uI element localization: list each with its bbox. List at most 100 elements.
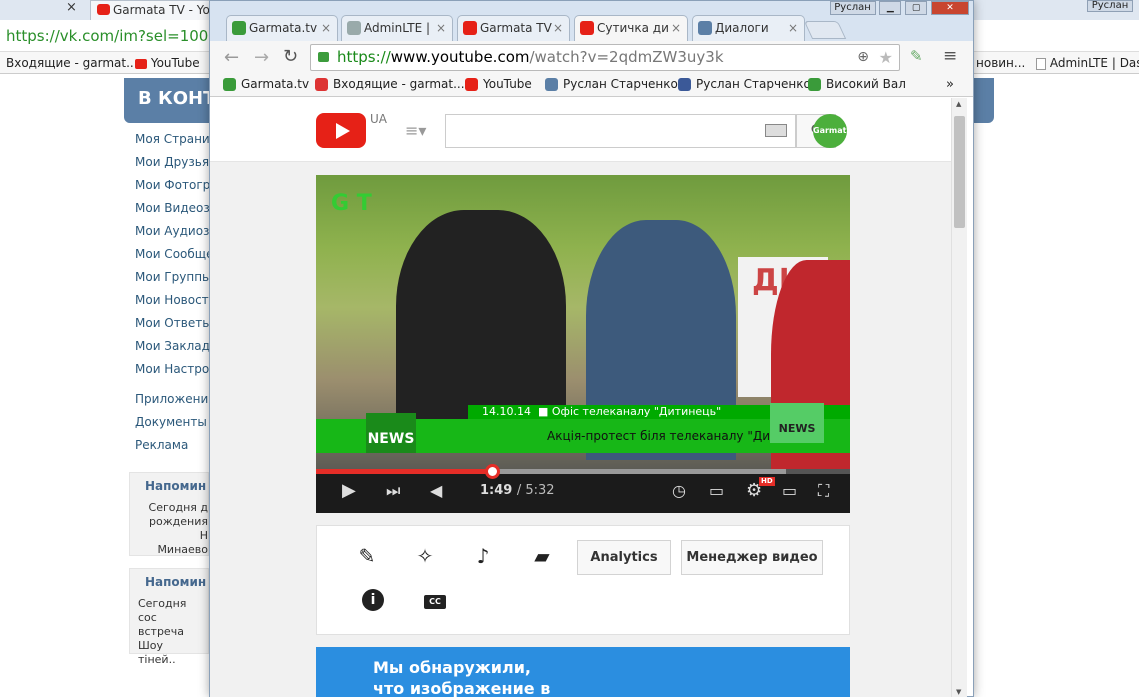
vk-logo[interactable]: В КОНТ (138, 88, 215, 109)
subtitles-icon[interactable]: CC (424, 595, 446, 609)
creator-actions: ✎ ✧ ♪ ▰ Analytics Менеджер видео i CC (316, 525, 850, 635)
close-tab-icon[interactable]: × (788, 16, 798, 40)
info-icon[interactable]: i (362, 589, 384, 611)
address-bar[interactable]: https://www.youtube.com/watch?v=2qdmZW3u… (310, 44, 900, 71)
notice-line: Мы обнаружили, (373, 658, 531, 677)
scroll-thumb[interactable] (954, 116, 965, 228)
watch-later-icon[interactable]: ◷ (672, 481, 686, 501)
guide-menu-icon[interactable]: ≡▾ (405, 121, 426, 140)
annotation-icon[interactable]: ▰ (527, 541, 557, 571)
page-icon (1036, 57, 1046, 70)
music-note-icon[interactable]: ♪ (468, 541, 498, 571)
bookmark-favicon-icon (465, 78, 478, 91)
user-badge[interactable]: Руслан (1087, 0, 1133, 12)
forward-arrow-icon[interactable]: → (254, 47, 269, 68)
bookmark-news[interactable]: новин... (976, 52, 1025, 74)
vk-menu-item[interactable]: Мои Сообще (135, 247, 213, 261)
bookmark-item[interactable]: Високий Вал (808, 73, 906, 96)
browser-tab[interactable]: Garmata TV × (457, 15, 570, 41)
hd-badge: HD (759, 477, 775, 486)
reload-icon[interactable]: ↻ (283, 46, 298, 67)
volume-icon[interactable]: ◀ (430, 481, 442, 501)
bookmark-favicon-icon (678, 78, 691, 91)
fullscreen-icon[interactable]: ⛶ (818, 481, 829, 501)
bookmark-item[interactable]: Garmata.tv (223, 73, 309, 96)
keyboard-icon[interactable] (765, 124, 787, 137)
close-tab-icon[interactable]: × (436, 16, 446, 40)
page-scrollbar[interactable]: ▲ ▼ (951, 98, 967, 697)
bookmark-item[interactable]: Руслан Старченко (678, 73, 811, 96)
close-tab-icon[interactable]: × (321, 16, 331, 40)
more-bookmarks-icon[interactable]: » (946, 73, 954, 96)
next-icon[interactable]: ⏭ (386, 481, 400, 501)
background-url: https://vk.com/im?sel=10097 (6, 27, 228, 45)
vk-menu-item[interactable]: Мои Закладк (135, 339, 217, 353)
pencil-edit-icon[interactable]: ✎ (352, 541, 382, 571)
vk-menu-item[interactable]: Мои Друзья (135, 155, 209, 169)
channel-avatar[interactable]: Garmata NEWS (813, 114, 847, 148)
search-input[interactable] (445, 114, 796, 148)
vk-menu-item[interactable]: Приложения (135, 392, 216, 406)
browser-window: Руслан ▁ ▢ ✕ Garmata.tv × AdminLTE | × Garma… (209, 0, 974, 697)
vk-menu-item[interactable]: Мои Аудиоза (135, 224, 217, 238)
vk-menu-item[interactable]: Мои Новости (135, 293, 216, 307)
vk-menu-item[interactable]: Мои Группы (135, 270, 212, 284)
lock-icon (318, 52, 329, 62)
browser-tab[interactable]: Garmata.tv × (226, 15, 338, 41)
video-frame[interactable]: G T ДИ 14.10.14 ■ Офіс телеканалу "Дитин… (316, 175, 850, 469)
vk-menu-item[interactable]: Мои Фотогра (135, 178, 218, 192)
background-tab[interactable]: Garmata TV - YouTube (90, 0, 210, 20)
maximize-icon[interactable]: ▢ (905, 1, 928, 15)
vk-menu-item[interactable]: Документы (135, 415, 207, 429)
captions-icon[interactable]: ▭ (709, 481, 724, 501)
minimize-icon[interactable]: ▁ (879, 1, 902, 15)
browser-tab[interactable]: Сутичка ди × (574, 15, 688, 41)
browser-tab[interactable]: AdminLTE | × (341, 15, 453, 41)
menu-icon[interactable]: ≡ (943, 46, 957, 66)
video-player[interactable]: G T ДИ 14.10.14 ■ Офіс телеканалу "Дитин… (316, 175, 850, 513)
close-icon[interactable]: × (66, 0, 77, 15)
new-tab-button[interactable] (803, 21, 847, 39)
scroll-down-icon[interactable]: ▼ (956, 688, 961, 696)
tab-label: Сутичка ди (597, 21, 669, 35)
close-tab-icon[interactable]: × (553, 16, 563, 40)
tab-label: Garmata.tv (249, 21, 318, 35)
vk-menu-item[interactable]: Мои Ответы (135, 316, 212, 330)
progress-bar[interactable] (316, 464, 850, 479)
back-arrow-icon[interactable]: ← (224, 47, 239, 68)
player-controls: ▶ ⏭ ◀ 1:49 / 5:32 ◷ ▭ ⚙ HD ▭ ⛶ (316, 464, 850, 513)
url-scheme: https:// (337, 48, 391, 66)
favicon-icon (463, 21, 477, 35)
bookmark-item[interactable]: Входящие - garmat... (315, 73, 465, 96)
vk-reminder-line: Минаево (157, 543, 208, 556)
youtube-logo-icon[interactable] (316, 113, 366, 148)
url-path: /watch?v=2qdmZW3uy3k (529, 48, 724, 66)
play-icon[interactable]: ▶ (342, 481, 356, 501)
youtube-icon (135, 58, 147, 69)
close-icon[interactable]: ✕ (931, 1, 969, 15)
magic-wand-icon[interactable]: ✧ (410, 541, 440, 571)
bookmark-gmail[interactable]: Входящие - garmat... (6, 52, 138, 74)
user-badge[interactable]: Руслан (829, 1, 876, 15)
bookmark-item[interactable]: YouTube (465, 73, 532, 96)
vk-menu-item[interactable]: Реклама (135, 438, 188, 452)
bookmark-adminlte[interactable]: AdminLTE | Dash (1036, 52, 1139, 74)
star-icon[interactable]: ★ (879, 45, 893, 70)
vk-menu-item[interactable]: Мои Настрой (135, 362, 217, 376)
theater-mode-icon[interactable]: ▭ (782, 481, 797, 501)
search-icon[interactable]: ⊕ (857, 45, 869, 70)
bookmark-item[interactable]: Руслан Старченко (545, 73, 678, 96)
video-manager-button[interactable]: Менеджер видео (681, 540, 823, 575)
analytics-button[interactable]: Analytics (577, 540, 671, 575)
notice-banner: Мы обнаружили, что изображение в (316, 647, 850, 697)
vk-menu-item[interactable]: Мои Видеоза (135, 201, 217, 215)
bookmark-youtube[interactable]: YouTube (135, 52, 200, 74)
bookmark-label: Високий Вал (826, 77, 906, 91)
eyedropper-icon[interactable]: ✎ (910, 47, 923, 65)
url-host: www.youtube.com (390, 48, 530, 66)
close-tab-icon[interactable]: × (671, 16, 681, 40)
scroll-up-icon[interactable]: ▲ (956, 100, 961, 108)
youtube-masthead: UA ≡▾ ⚲ Garmata NEWS (210, 98, 951, 162)
browser-tab[interactable]: Диалоги × (692, 15, 805, 41)
progress-scrubber[interactable] (485, 464, 501, 479)
